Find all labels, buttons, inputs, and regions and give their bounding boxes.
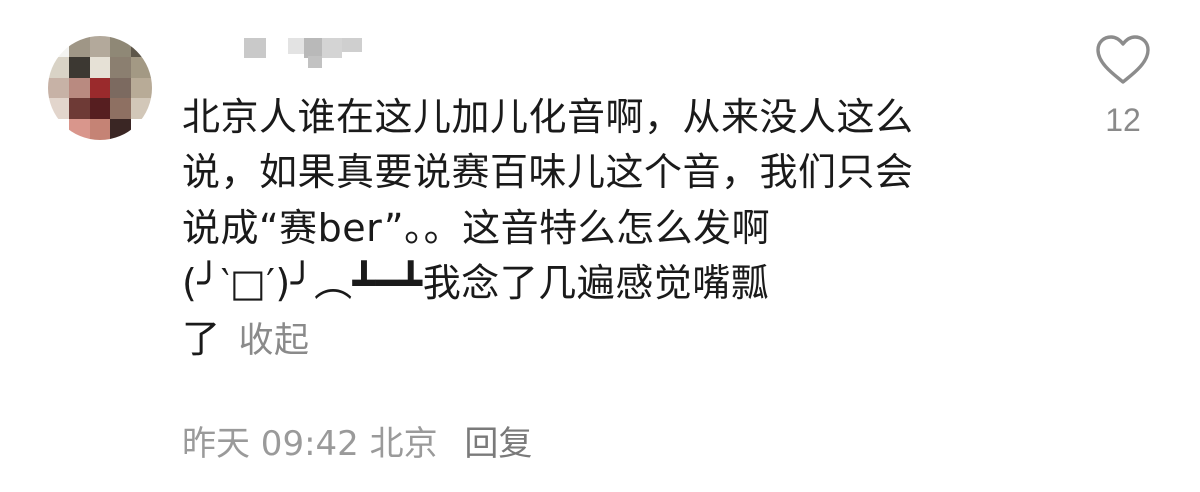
- heart-outline-icon[interactable]: [1094, 34, 1152, 86]
- comment-meta: 昨天 09:42 北京 回复: [182, 416, 532, 465]
- comment-line: 了: [182, 316, 221, 361]
- comment-body: 北京人谁在这儿加儿化音啊，从来没人这么 说，如果真要说赛百味儿这个音，我们只会 …: [182, 90, 1042, 369]
- like-button[interactable]: 12: [1092, 34, 1154, 139]
- avatar[interactable]: [48, 36, 152, 140]
- timestamp: 昨天 09:42: [182, 424, 359, 464]
- reply-button[interactable]: 回复: [464, 424, 532, 464]
- location: 北京: [369, 424, 438, 464]
- username[interactable]: [244, 36, 368, 68]
- comment-line: 说成“赛ber”。。这音特么怎么发啊: [182, 205, 771, 250]
- comment-line: 说，如果真要说赛百味儿这个音，我们只会: [182, 150, 914, 195]
- collapse-button[interactable]: 收起: [239, 321, 310, 361]
- comment-line-last: 了收起: [182, 312, 1042, 369]
- comment-line: 北京人谁在这儿加儿化音啊，从来没人这么: [182, 95, 914, 139]
- comment-line: (╯‵□′)╯︵┻━┻我念了几遍感觉嘴瓢: [182, 261, 770, 306]
- like-count: 12: [1105, 102, 1141, 138]
